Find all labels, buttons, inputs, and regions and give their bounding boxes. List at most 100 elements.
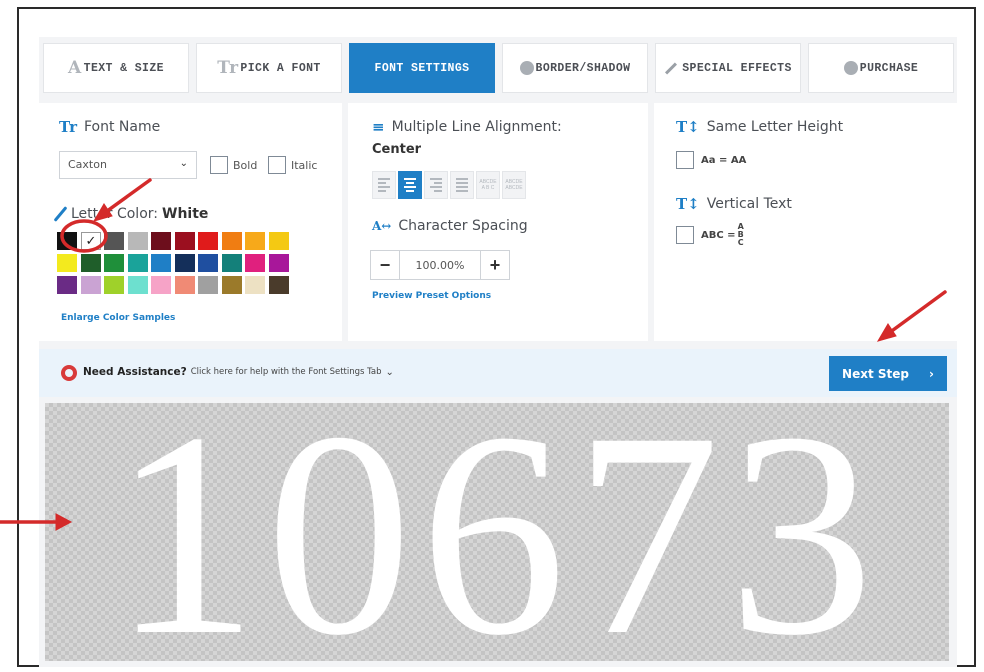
color-swatch[interactable] <box>198 232 218 250</box>
color-swatch[interactable] <box>245 276 265 294</box>
alignment-icon: ≡ <box>372 118 385 136</box>
color-swatch[interactable] <box>198 276 218 294</box>
justify-spread-button[interactable]: ABCDE A B C <box>476 171 500 199</box>
align-justify-icon <box>456 178 468 192</box>
tab-pick-a-font[interactable]: Tr PICK A FONT <box>196 43 342 93</box>
align-right-icon <box>430 178 442 192</box>
font-name-select[interactable]: Caxton ⌄ <box>59 151 197 179</box>
preview-canvas: 10673 <box>45 403 949 661</box>
letter-color-heading: Letter Color: White <box>53 205 209 223</box>
color-swatch[interactable] <box>174 254 195 272</box>
color-swatch[interactable] <box>104 254 124 272</box>
align-justify-button[interactable] <box>450 171 474 199</box>
color-swatch-grid: ✓ <box>57 232 289 294</box>
italic-label: Italic <box>291 158 318 172</box>
color-swatch[interactable] <box>221 276 242 294</box>
color-swatch[interactable] <box>104 232 124 250</box>
color-swatch[interactable] <box>127 254 148 272</box>
vertical-text-example-left: ABC = <box>701 229 736 241</box>
color-swatch[interactable] <box>151 276 171 294</box>
color-swatch[interactable] <box>151 232 171 250</box>
tab-label: FONT SETTINGS <box>374 61 470 75</box>
color-swatch[interactable] <box>104 276 124 294</box>
character-spacing-icon: A↔ <box>372 219 392 233</box>
tab-label: TEXT & SIZE <box>83 61 164 75</box>
bold-checkbox-box[interactable] <box>210 156 228 174</box>
color-swatch[interactable] <box>245 232 265 250</box>
color-swatch[interactable] <box>80 276 101 294</box>
enlarge-color-samples-link[interactable]: Enlarge Color Samples <box>61 313 175 323</box>
purchase-icon <box>843 61 858 75</box>
border-icon <box>519 61 534 75</box>
color-swatch[interactable] <box>174 276 195 294</box>
same-letter-height-example: Aa = AA <box>701 154 747 166</box>
vertical-text-heading: T↕ Vertical Text <box>676 195 792 213</box>
assistance-bar: Need Assistance? Click here for help wit… <box>39 349 957 397</box>
vertical-text-checkbox[interactable] <box>676 226 694 244</box>
assistance-text: Click here for help with the Font Settin… <box>190 367 382 377</box>
align-right-button[interactable] <box>424 171 448 199</box>
spacing-increase-button[interactable]: + <box>481 251 509 279</box>
color-swatch[interactable] <box>80 254 101 272</box>
justify-spread-label-2: A B C <box>481 185 495 191</box>
bold-label: Bold <box>233 158 258 172</box>
text-size-icon: A <box>68 58 82 78</box>
align-center-button[interactable] <box>398 171 422 199</box>
color-swatch[interactable] <box>268 276 289 294</box>
color-swatch[interactable] <box>221 232 242 250</box>
same-letter-height-text: Same Letter Height <box>706 119 844 135</box>
font-icon: Tr <box>217 58 239 78</box>
color-swatch[interactable] <box>268 254 289 272</box>
same-letter-height-option[interactable]: Aa = AA <box>676 151 746 169</box>
next-step-button[interactable]: Next Step › <box>829 356 947 391</box>
letter-height-icon: T↕ <box>676 118 700 136</box>
preview-text: 10673 <box>112 403 882 661</box>
color-swatch[interactable] <box>57 232 77 250</box>
letter-color-value: White <box>162 206 209 222</box>
italic-checkbox[interactable]: Italic <box>268 156 317 174</box>
color-swatch[interactable] <box>57 254 77 272</box>
tab-font-settings[interactable]: FONT SETTINGS <box>349 43 495 93</box>
bold-checkbox[interactable]: Bold <box>210 156 257 174</box>
font-name-icon: Tr <box>59 118 77 136</box>
color-swatch[interactable] <box>245 254 265 272</box>
tab-border-shadow[interactable]: BORDER/SHADOW <box>502 43 648 93</box>
align-left-button[interactable] <box>372 171 396 199</box>
color-swatch[interactable] <box>127 276 148 294</box>
italic-checkbox-box[interactable] <box>268 156 286 174</box>
justify-full-button[interactable]: ABCDE ABCDE <box>502 171 526 199</box>
tab-text-size[interactable]: A TEXT & SIZE <box>43 43 189 93</box>
chevron-down-icon: ⌄ <box>385 366 394 378</box>
tab-special-effects[interactable]: SPECIAL EFFECTS <box>655 43 801 93</box>
alignment-buttons: ABCDE A B C ABCDE ABCDE <box>372 171 526 199</box>
vertical-text-option[interactable]: ABC = A B C <box>676 223 744 247</box>
character-spacing-heading-text: Character Spacing <box>398 218 528 234</box>
character-spacing-heading: A↔ Character Spacing <box>372 218 528 234</box>
preview-preset-options-link[interactable]: Preview Preset Options <box>372 291 491 301</box>
color-swatch[interactable]: ✓ <box>80 232 101 250</box>
vertical-text-icon: T↕ <box>676 195 700 213</box>
color-swatch[interactable] <box>221 254 242 272</box>
color-swatch[interactable] <box>268 232 289 250</box>
color-swatch[interactable] <box>151 254 171 272</box>
app-area: A TEXT & SIZE Tr PICK A FONT FONT SETTIN… <box>39 37 957 667</box>
color-swatch[interactable] <box>198 254 218 272</box>
assistance-link[interactable]: Need Assistance? Click here for help wit… <box>83 366 394 378</box>
font-name-heading-text: Font Name <box>83 119 161 135</box>
tab-purchase[interactable]: PURCHASE <box>808 43 954 93</box>
color-swatch[interactable] <box>127 232 148 250</box>
spacing-value[interactable]: 100.00% <box>399 251 481 279</box>
spacing-decrease-button[interactable]: − <box>371 251 399 279</box>
vertical-text-stack: A B C <box>738 223 744 247</box>
font-name-heading: Tr Font Name <box>59 118 160 136</box>
alignment-heading: ≡ Multiple Line Alignment: <box>372 118 562 136</box>
align-center-icon <box>404 178 416 192</box>
letter-options-panel: T↕ Same Letter Height Aa = AA T↕ Vertica… <box>654 103 957 341</box>
tab-bar: A TEXT & SIZE Tr PICK A FONT FONT SETTIN… <box>39 37 957 103</box>
brush-icon <box>53 206 68 222</box>
tab-label: SPECIAL EFFECTS <box>682 61 792 75</box>
screenshot-frame: A TEXT & SIZE Tr PICK A FONT FONT SETTIN… <box>17 7 976 667</box>
color-swatch[interactable] <box>174 232 195 250</box>
color-swatch[interactable] <box>57 276 77 294</box>
same-letter-height-checkbox[interactable] <box>676 151 694 169</box>
